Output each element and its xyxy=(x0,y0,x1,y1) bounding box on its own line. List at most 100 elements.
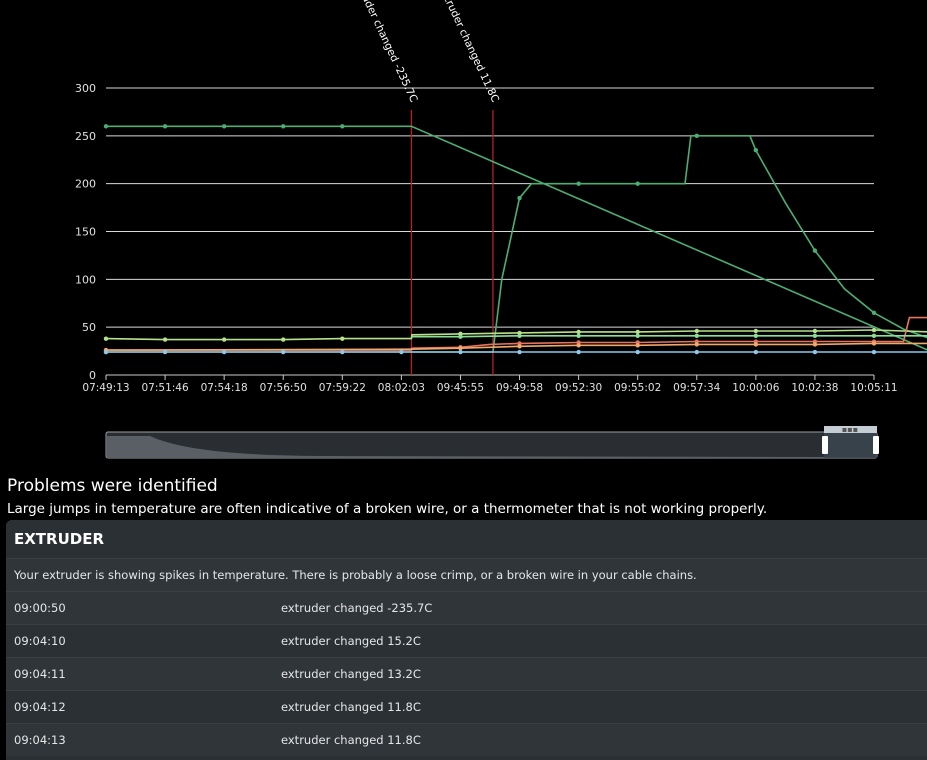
chart-series xyxy=(103,124,927,355)
series-point xyxy=(694,328,699,334)
chart-grid xyxy=(106,87,874,376)
series-point xyxy=(635,181,640,186)
table-row: 09:04:12 extruder changed 11.8C xyxy=(6,690,927,723)
annotation-label: extruder changed -235.7C xyxy=(350,0,419,104)
series-point xyxy=(458,346,463,351)
series-point xyxy=(458,349,463,355)
x-tick-label: 07:56:50 xyxy=(260,382,307,394)
series-point xyxy=(694,133,699,139)
y-tick-label: 100 xyxy=(75,273,96,286)
series-point xyxy=(281,337,286,342)
y-tick-label: 0 xyxy=(89,369,96,382)
problems-title: Problems were identified xyxy=(7,476,218,496)
series-point xyxy=(281,124,286,129)
series-point xyxy=(340,336,345,341)
table-row: 09:04:11 extruder changed 13.2C xyxy=(6,657,927,690)
series-point xyxy=(753,328,759,334)
series-point xyxy=(871,333,877,338)
y-tick-label: 50 xyxy=(82,321,96,334)
series-point xyxy=(694,349,699,355)
event-time: 09:00:50 xyxy=(14,601,66,615)
series-point xyxy=(635,349,640,355)
table-row: 09:00:50 extruder changed -235.7C xyxy=(6,591,927,624)
event-text: extruder changed 11.8C xyxy=(281,700,421,714)
series-point xyxy=(517,349,522,355)
y-tick-label: 150 xyxy=(75,226,96,239)
event-time: 09:04:11 xyxy=(14,667,66,681)
event-text: extruder changed 13.2C xyxy=(281,667,421,681)
series-line-2 xyxy=(105,329,927,341)
x-tick-label: 09:52:30 xyxy=(555,382,602,394)
series-point xyxy=(162,349,168,355)
event-text: extruder changed -235.7C xyxy=(281,601,433,615)
series-point xyxy=(576,329,581,335)
series-point xyxy=(753,147,759,153)
event-table: 09:00:50 extruder changed -235.7C 09:04:10… xyxy=(6,591,927,756)
series-point xyxy=(694,342,699,347)
series-point xyxy=(694,333,699,338)
series-point xyxy=(635,333,640,338)
series-point xyxy=(340,349,345,355)
series-point xyxy=(281,349,286,355)
series-point xyxy=(871,349,877,355)
series-point xyxy=(812,333,818,338)
annotation-label: extruder changed 11.8C xyxy=(436,0,501,104)
series-point xyxy=(399,349,404,355)
series-point xyxy=(458,334,463,339)
x-tick-label: 09:49:58 xyxy=(496,382,543,394)
event-time: 09:04:12 xyxy=(14,700,66,714)
x-tick-label: 10:05:11 xyxy=(850,382,897,394)
series-point xyxy=(576,181,581,186)
y-axis: 0 50 100 150 200 250 300 xyxy=(75,82,96,382)
series-point xyxy=(517,333,522,338)
x-axis: 07:49:13 07:51:46 07:54:18 07:56:50 07:59:22… xyxy=(82,375,898,394)
series-point xyxy=(103,336,109,341)
series-line-4 xyxy=(105,342,927,351)
series-point xyxy=(635,343,640,348)
series-point xyxy=(162,124,168,129)
y-tick-label: 200 xyxy=(75,178,96,191)
series-point xyxy=(221,349,227,355)
x-tick-label: 09:45:55 xyxy=(437,382,484,394)
x-tick-label: 07:54:18 xyxy=(201,382,248,394)
y-tick-label: 250 xyxy=(75,130,96,143)
series-point xyxy=(576,343,581,348)
x-tick-label: 07:51:46 xyxy=(141,382,188,394)
panel-message: Your extruder is showing spikes in tempe… xyxy=(6,558,927,591)
zoom-slider-left-handle[interactable] xyxy=(822,436,828,454)
series-line-0 xyxy=(106,125,927,351)
x-tick-label: 08:02:03 xyxy=(378,382,425,394)
x-tick-label: 07:59:22 xyxy=(319,382,366,394)
series-point xyxy=(812,349,818,355)
zoom-slider[interactable]: ▪▪▪ xyxy=(105,425,879,459)
series-point xyxy=(517,344,522,349)
x-tick-label: 07:49:13 xyxy=(82,382,129,394)
x-tick-label: 09:57:34 xyxy=(673,382,720,394)
table-row: 09:04:10 extruder changed 15.2C xyxy=(6,624,927,657)
extruder-panel: EXTRUDER Your extruder is showing spikes… xyxy=(6,520,927,760)
annotations: extruder changed -235.7C extruder changed… xyxy=(350,0,501,375)
series-point xyxy=(753,333,759,338)
series-point xyxy=(517,195,522,201)
x-tick-label: 10:00:06 xyxy=(732,382,779,394)
zoom-slider-selection[interactable] xyxy=(824,432,877,458)
series-line-1 xyxy=(106,135,927,353)
series-point xyxy=(753,342,759,347)
series-point xyxy=(103,349,109,355)
panel-title: EXTRUDER xyxy=(6,520,927,558)
series-point xyxy=(103,124,109,129)
series-point xyxy=(812,328,818,334)
event-time: 09:04:13 xyxy=(14,733,66,747)
table-row: 09:04:13 extruder changed 11.8C xyxy=(6,723,927,756)
x-tick-label: 09:55:02 xyxy=(614,382,661,394)
zoom-slider-right-handle[interactable] xyxy=(873,436,879,454)
series-point xyxy=(812,342,818,347)
event-time: 09:04:10 xyxy=(14,634,66,648)
series-point xyxy=(635,329,640,335)
zoom-slider-drag-grip: ▪▪▪ xyxy=(842,425,858,434)
series-point xyxy=(753,349,759,355)
series-point xyxy=(576,349,581,355)
event-text: extruder changed 15.2C xyxy=(281,634,421,648)
y-tick-label: 300 xyxy=(75,82,96,95)
series-point xyxy=(340,124,345,129)
